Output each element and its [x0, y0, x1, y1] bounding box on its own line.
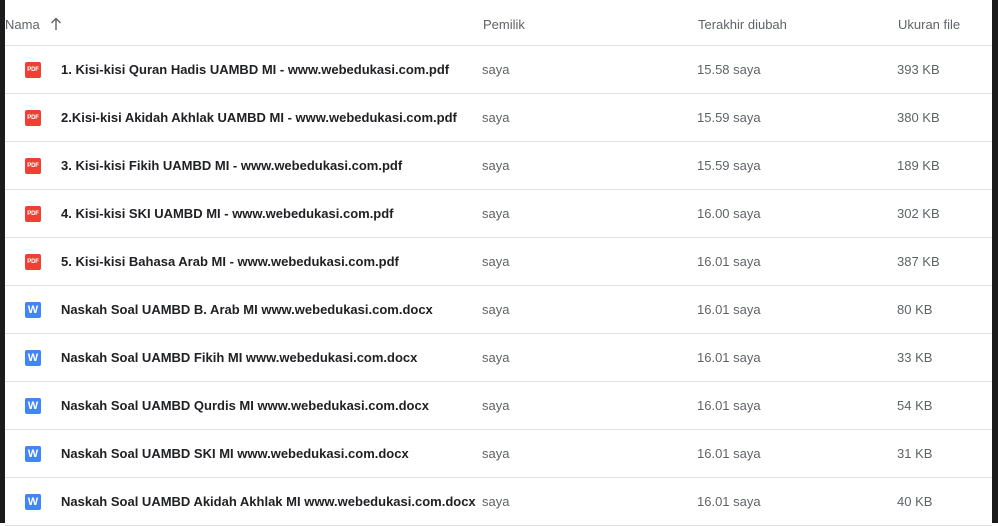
file-owner: saya	[482, 302, 510, 317]
file-modified: 15.59 saya	[697, 110, 761, 125]
file-owner: saya	[482, 350, 510, 365]
file-row[interactable]: PDF 2.Kisi-kisi Akidah Akhlak UAMBD MI - …	[5, 94, 992, 142]
file-name: 4. Kisi-kisi SKI UAMBD MI - www.webeduka…	[61, 206, 394, 221]
file-row[interactable]: W Naskah Soal UAMBD SKI MI www.webedukasi…	[5, 430, 992, 478]
file-owner: saya	[482, 110, 510, 125]
file-name: 5. Kisi-kisi Bahasa Arab MI - www.webedu…	[61, 254, 399, 269]
file-row[interactable]: W Naskah Soal UAMBD Qurdis MI www.webeduk…	[5, 382, 992, 430]
file-name: 1. Kisi-kisi Quran Hadis UAMBD MI - www.…	[61, 62, 450, 77]
file-row[interactable]: PDF 3. Kisi-kisi Fikih UAMBD MI - www.web…	[5, 142, 992, 190]
file-row[interactable]: PDF 5. Kisi-kisi Bahasa Arab MI - www.web…	[5, 238, 992, 286]
pdf-icon: PDF	[25, 254, 41, 270]
word-icon: W	[25, 446, 41, 462]
column-header-size[interactable]: Ukuran file	[898, 0, 960, 45]
word-icon: W	[25, 494, 41, 510]
file-name: Naskah Soal UAMBD Akidah Akhlak MI www.w…	[61, 494, 476, 509]
file-modified: 16.01 saya	[697, 494, 761, 509]
file-modified: 16.00 saya	[697, 206, 761, 221]
file-owner: saya	[482, 254, 510, 269]
file-size: 31 KB	[897, 446, 933, 461]
file-size: 380 KB	[897, 110, 940, 125]
file-name: 2.Kisi-kisi Akidah Akhlak UAMBD MI - www…	[61, 110, 457, 125]
pdf-icon: PDF	[25, 206, 41, 222]
file-size: 387 KB	[897, 254, 940, 269]
file-row[interactable]: PDF 4. Kisi-kisi SKI UAMBD MI - www.webed…	[5, 190, 992, 238]
word-icon: W	[25, 302, 41, 318]
file-size: 189 KB	[897, 158, 940, 173]
file-row[interactable]: W Naskah Soal UAMBD B. Arab MI www.webedu…	[5, 286, 992, 334]
file-size: 33 KB	[897, 350, 933, 365]
file-row[interactable]: PDF 1. Kisi-kisi Quran Hadis UAMBD MI - w…	[5, 46, 992, 94]
file-modified: 16.01 saya	[697, 302, 761, 317]
file-name: Naskah Soal UAMBD Qurdis MI www.webeduka…	[61, 398, 429, 413]
file-modified: 16.01 saya	[697, 446, 761, 461]
column-header-name[interactable]: Nama	[5, 0, 40, 45]
file-modified: 16.01 saya	[697, 398, 761, 413]
pdf-icon: PDF	[25, 62, 41, 78]
file-size: 80 KB	[897, 302, 933, 317]
word-icon: W	[25, 350, 41, 366]
file-size: 54 KB	[897, 398, 933, 413]
file-list-view: Nama Pemilik Terakhir diubah Ukuran file…	[0, 0, 998, 526]
file-name: 3. Kisi-kisi Fikih UAMBD MI - www.webedu…	[61, 158, 403, 173]
file-size: 40 KB	[897, 494, 933, 509]
column-header-modified[interactable]: Terakhir diubah	[698, 0, 787, 45]
column-header-owner[interactable]: Pemilik	[483, 0, 525, 45]
file-row[interactable]: W Naskah Soal UAMBD Akidah Akhlak MI www.…	[5, 478, 992, 526]
file-name: Naskah Soal UAMBD B. Arab MI www.webeduk…	[61, 302, 433, 317]
file-owner: saya	[482, 62, 510, 77]
column-header-row: Nama Pemilik Terakhir diubah Ukuran file	[5, 0, 992, 46]
file-modified: 16.01 saya	[697, 350, 761, 365]
file-owner: saya	[482, 398, 510, 413]
file-owner: saya	[482, 158, 510, 173]
file-modified: 15.58 saya	[697, 62, 761, 77]
file-modified: 16.01 saya	[697, 254, 761, 269]
word-icon: W	[25, 398, 41, 414]
file-modified: 15.59 saya	[697, 158, 761, 173]
file-name: Naskah Soal UAMBD Fikih MI www.webedukas…	[61, 350, 418, 365]
file-size: 302 KB	[897, 206, 940, 221]
file-owner: saya	[482, 494, 510, 509]
pdf-icon: PDF	[25, 158, 41, 174]
file-owner: saya	[482, 446, 510, 461]
file-size: 393 KB	[897, 62, 940, 77]
pdf-icon: PDF	[25, 110, 41, 126]
file-owner: saya	[482, 206, 510, 221]
file-row[interactable]: W Naskah Soal UAMBD Fikih MI www.webeduka…	[5, 334, 992, 382]
sort-ascending-arrow-icon[interactable]	[49, 17, 63, 31]
right-border	[992, 0, 998, 523]
file-name: Naskah Soal UAMBD SKI MI www.webedukasi.…	[61, 446, 409, 461]
